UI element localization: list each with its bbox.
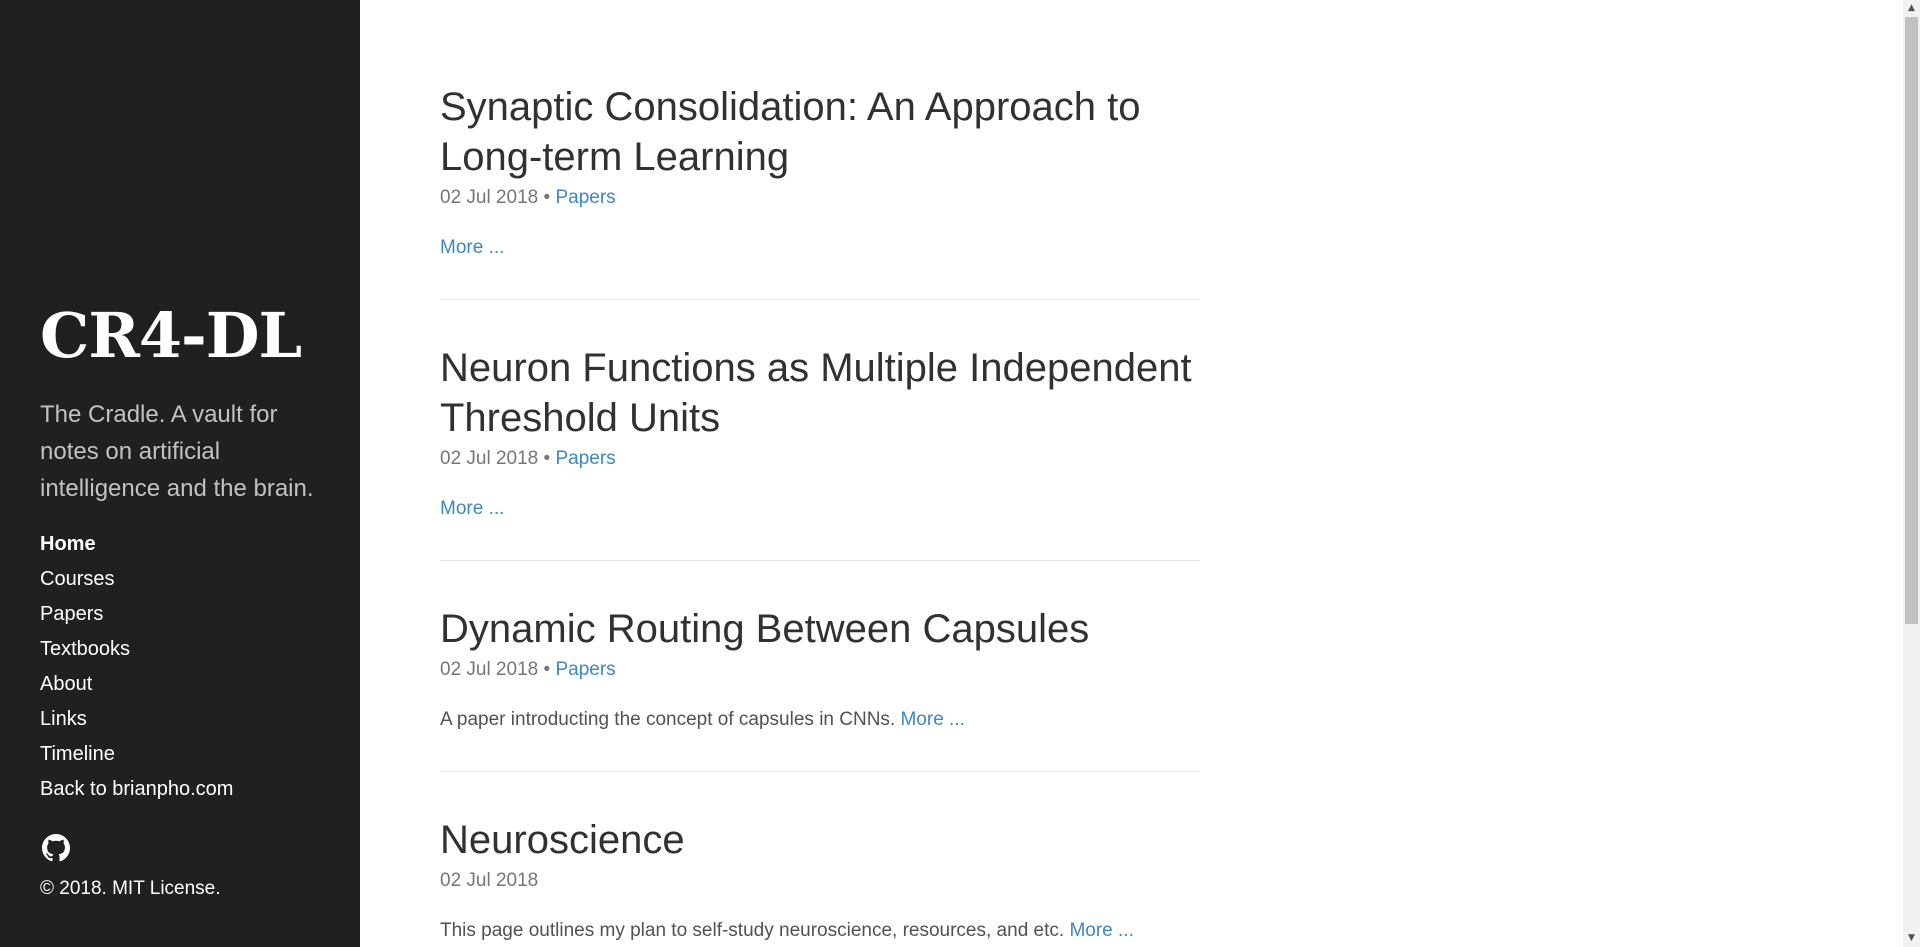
post-meta: 02 Jul 2018 • Papers (440, 184, 1200, 212)
post-date: 02 Jul 2018 (440, 870, 539, 891)
post-date: 02 Jul 2018 (440, 187, 539, 208)
post-item: Dynamic Routing Between Capsules 02 Jul … (440, 604, 1200, 772)
sidebar: CR4-DL The Cradle. A vault for notes on … (0, 0, 360, 947)
more-link[interactable]: More ... (1069, 920, 1133, 941)
post-excerpt: A paper introducting the concept of caps… (440, 709, 965, 730)
github-icon[interactable] (42, 834, 70, 862)
scroll-down-arrow-icon[interactable]: ▼ (1903, 930, 1920, 947)
post-title[interactable]: Neuron Functions as Multiple Independent… (440, 343, 1200, 443)
post-item: Neuroscience 02 Jul 2018 This page outli… (440, 815, 1200, 947)
meta-separator: • (543, 659, 551, 680)
post-meta: 02 Jul 2018 • Papers (440, 445, 1200, 473)
post-meta: 02 Jul 2018 (440, 867, 1200, 895)
nav-back-to-brianpho[interactable]: Back to brianpho.com (40, 778, 233, 800)
post-title[interactable]: Dynamic Routing Between Capsules (440, 604, 1200, 654)
post-title[interactable]: Synaptic Consolidation: An Approach to L… (440, 82, 1200, 182)
nav-textbooks[interactable]: Textbooks (40, 638, 130, 660)
sidebar-nav: Home Courses Papers Textbooks About Link… (40, 527, 233, 807)
post-item: Neuron Functions as Multiple Independent… (440, 343, 1200, 561)
site-description: The Cradle. A vault for notes on artific… (40, 401, 314, 502)
nav-home[interactable]: Home (40, 533, 96, 555)
meta-separator: • (543, 448, 551, 469)
nav-courses[interactable]: Courses (40, 568, 114, 590)
post-date: 02 Jul 2018 (440, 659, 539, 680)
more-link[interactable]: More ... (440, 237, 504, 258)
copyright-text: © 2018. MIT License. (40, 878, 221, 899)
more-link[interactable]: More ... (440, 498, 504, 519)
more-link[interactable]: More ... (900, 709, 964, 730)
post-category-link[interactable]: Papers (555, 659, 615, 680)
nav-timeline[interactable]: Timeline (40, 743, 115, 765)
site-title[interactable]: CR4-DL (40, 305, 302, 367)
nav-about[interactable]: About (40, 673, 92, 695)
nav-papers[interactable]: Papers (40, 603, 103, 625)
post-excerpt: More ... (440, 234, 1200, 262)
post-item: Synaptic Consolidation: An Approach to L… (440, 82, 1200, 300)
post-date: 02 Jul 2018 (440, 448, 539, 469)
post-excerpt: More ... (440, 495, 1200, 523)
post-excerpt: This page outlines my plan to self-study… (440, 920, 1134, 941)
scroll-up-arrow-icon[interactable]: ▲ (1903, 0, 1920, 17)
vertical-scrollbar[interactable]: ▲ ▼ (1903, 0, 1920, 947)
scrollbar-thumb[interactable] (1905, 17, 1918, 624)
meta-separator: • (543, 187, 551, 208)
post-title[interactable]: Neuroscience (440, 815, 1200, 865)
post-category-link[interactable]: Papers (555, 448, 615, 469)
nav-links[interactable]: Links (40, 708, 87, 730)
post-meta: 02 Jul 2018 • Papers (440, 656, 1200, 684)
post-category-link[interactable]: Papers (555, 187, 615, 208)
